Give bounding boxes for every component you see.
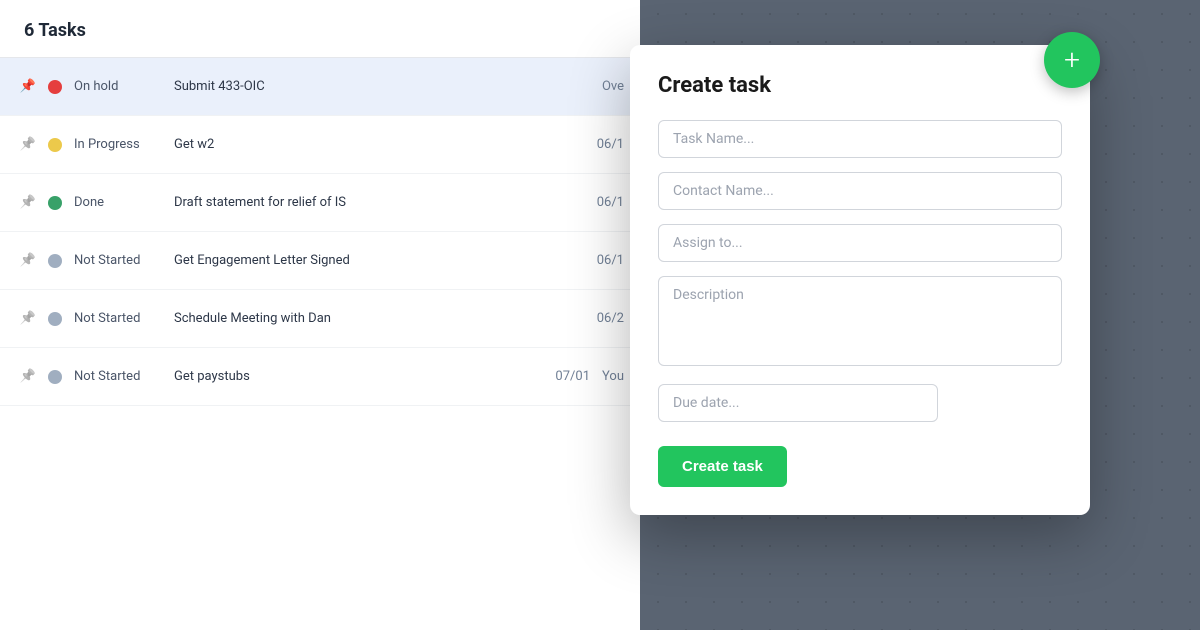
task-description: Draft statement for relief of IS: [174, 195, 552, 210]
assign-to-field: [658, 224, 1062, 262]
task-row[interactable]: 📌 Not StartedGet Engagement Letter Signed…: [0, 232, 640, 290]
contact-name-field: [658, 172, 1062, 210]
description-field: [658, 276, 1062, 370]
pin-icon: 📌: [16, 137, 40, 152]
task-date: 07/01: [530, 369, 590, 384]
task-assignee: You: [602, 369, 624, 384]
task-row[interactable]: 📌 Not StartedSchedule Meeting with Dan 06/…: [0, 290, 640, 348]
task-status-label: Done: [74, 195, 174, 210]
task-date: 06/1: [564, 253, 624, 268]
task-description: Get w2: [174, 137, 552, 152]
plus-icon: +: [1064, 46, 1080, 74]
task-status-label: Not Started: [74, 253, 174, 268]
task-count-heading: 6 Tasks: [24, 20, 616, 41]
task-status-label: On hold: [74, 79, 174, 94]
task-date: 06/1: [564, 137, 624, 152]
task-status-label: Not Started: [74, 369, 174, 384]
task-date: 06/1: [564, 195, 624, 210]
assign-to-input[interactable]: [658, 224, 1062, 262]
task-status-label: Not Started: [74, 311, 174, 326]
modal-title: Create task: [658, 73, 1062, 98]
contact-name-input[interactable]: [658, 172, 1062, 210]
pin-icon: 📌: [16, 253, 40, 268]
task-status-label: In Progress: [74, 137, 174, 152]
task-date: 06/2: [564, 311, 624, 326]
pin-icon: 📌: [16, 311, 40, 326]
task-list-panel: 6 Tasks 📌 On holdSubmit 433-OIC Ove 📌 In Pro…: [0, 0, 640, 630]
task-description: Get paystubs: [174, 369, 518, 384]
task-description: Get Engagement Letter Signed: [174, 253, 552, 268]
due-date-field: [658, 384, 1062, 422]
create-task-button[interactable]: Create task: [658, 446, 787, 487]
task-row[interactable]: 📌 On holdSubmit 433-OIC Ove: [0, 58, 640, 116]
create-task-modal: Create task Create task: [630, 45, 1090, 515]
task-date: Ove: [564, 79, 624, 94]
task-name-field: [658, 120, 1062, 158]
description-textarea[interactable]: [658, 276, 1062, 366]
status-dot: [48, 80, 62, 94]
task-row[interactable]: 📌 DoneDraft statement for relief of IS 06/…: [0, 174, 640, 232]
task-row[interactable]: 📌 Not StartedGet paystubs 07/01 You: [0, 348, 640, 406]
due-date-input[interactable]: [658, 384, 938, 422]
status-dot: [48, 370, 62, 384]
status-dot: [48, 312, 62, 326]
task-rows-container: 📌On holdSubmit 433-OICOve📌In ProgressGet…: [0, 58, 640, 406]
status-dot: [48, 254, 62, 268]
task-description: Submit 433-OIC: [174, 79, 552, 94]
pin-icon: 📌: [16, 369, 40, 384]
pin-icon: 📌: [16, 79, 40, 94]
task-list-header: 6 Tasks: [0, 0, 640, 58]
status-dot: [48, 138, 62, 152]
task-name-input[interactable]: [658, 120, 1062, 158]
status-dot: [48, 196, 62, 210]
pin-icon: 📌: [16, 195, 40, 210]
add-task-fab-button[interactable]: +: [1044, 32, 1100, 88]
task-row[interactable]: 📌 In ProgressGet w2 06/1: [0, 116, 640, 174]
task-description: Schedule Meeting with Dan: [174, 311, 552, 326]
